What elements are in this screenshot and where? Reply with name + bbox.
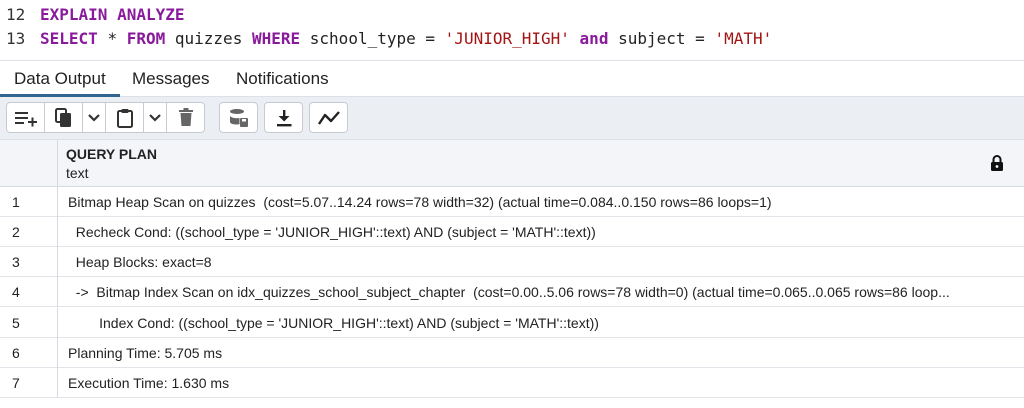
- row-number-header[interactable]: [0, 140, 58, 187]
- query-plan-cell[interactable]: Bitmap Heap Scan on quizzes (cost=5.07..…: [68, 187, 1010, 217]
- query-plan-cell[interactable]: Execution Time: 1.630 ms: [68, 368, 1010, 398]
- tab-data-output[interactable]: Data Output: [0, 61, 120, 97]
- copy-button[interactable]: [45, 103, 82, 132]
- table-row[interactable]: 4 -> Bitmap Index Scan on idx_quizzes_sc…: [0, 277, 1024, 307]
- query-plan-cell[interactable]: Recheck Cond: ((school_type = 'JUNIOR_HI…: [68, 217, 1010, 247]
- delete-icon: [178, 108, 193, 126]
- query-plan-cell[interactable]: Index Cond: ((school_type = 'JUNIOR_HIGH…: [68, 308, 1010, 338]
- code-line-12[interactable]: 12 EXPLAIN ANALYZE: [0, 3, 1024, 27]
- row-number[interactable]: 1: [0, 187, 58, 217]
- line-number: 13: [6, 29, 26, 48]
- code-line-13[interactable]: 13 SELECT * FROM quizzes WHERE school_typ…: [0, 27, 1024, 51]
- query-plan-cell[interactable]: Planning Time: 5.705 ms: [68, 338, 1010, 368]
- token-column-school-type: school_type: [309, 29, 416, 48]
- save-button-group: [219, 102, 258, 133]
- copy-options-dropdown[interactable]: [83, 103, 105, 132]
- grid-empty-area: [0, 398, 1024, 408]
- row-number[interactable]: 3: [0, 247, 58, 277]
- add-row-button[interactable]: [7, 103, 44, 132]
- keyword-where: WHERE: [251, 29, 301, 48]
- paste-options-dropdown[interactable]: [144, 103, 166, 132]
- edit-button-group: [6, 102, 205, 133]
- keyword-select: SELECT: [40, 29, 98, 48]
- download-button-group: [264, 102, 303, 133]
- row-number[interactable]: 7: [0, 368, 58, 398]
- token-string-junior-high: 'JUNIOR_HIGH': [444, 29, 570, 48]
- column-header-name[interactable]: QUERY PLAN: [66, 146, 157, 162]
- table-row[interactable]: 7 Execution Time: 1.630 ms: [0, 368, 1024, 398]
- row-number[interactable]: 5: [0, 308, 58, 338]
- token-star: *: [107, 29, 118, 48]
- chevron-down-icon: [149, 113, 161, 122]
- graph-icon: [317, 110, 340, 125]
- tab-messages[interactable]: Messages: [118, 61, 223, 97]
- grid-header: QUERY PLAN text: [0, 140, 1024, 187]
- paste-button[interactable]: [106, 103, 143, 132]
- save-data-icon: [229, 108, 248, 127]
- row-number[interactable]: 4: [0, 277, 58, 307]
- token-equals: =: [425, 29, 436, 48]
- token-column-subject: subject: [618, 29, 686, 48]
- paste-icon: [116, 108, 133, 128]
- table-row[interactable]: 1 Bitmap Heap Scan on quizzes (cost=5.07…: [0, 187, 1024, 217]
- graph-visualiser-button[interactable]: [310, 103, 347, 132]
- table-row[interactable]: 5 Index Cond: ((school_type = 'JUNIOR_HI…: [0, 308, 1024, 338]
- download-button[interactable]: [265, 103, 302, 132]
- query-plan-cell[interactable]: -> Bitmap Index Scan on idx_quizzes_scho…: [68, 277, 1010, 307]
- query-plan-cell[interactable]: Heap Blocks: exact=8: [68, 247, 1010, 277]
- download-icon: [276, 109, 291, 126]
- keyword-from: FROM: [126, 29, 166, 48]
- keyword-and: and: [579, 29, 609, 48]
- token-equals: =: [695, 29, 705, 48]
- keyword-explain: EXPLAIN: [40, 5, 108, 24]
- sql-editor[interactable]: 12 EXPLAIN ANALYZE 13 SELECT * FROM quizze…: [0, 0, 1024, 56]
- save-data-button[interactable]: [220, 103, 257, 132]
- copy-icon: [54, 107, 71, 127]
- graph-button-group: [309, 102, 348, 133]
- table-row[interactable]: 2 Recheck Cond: ((school_type = 'JUNIOR_…: [0, 217, 1024, 247]
- add-row-icon: [14, 111, 37, 126]
- line-number: 12: [6, 5, 26, 24]
- column-header-type: text: [66, 165, 89, 181]
- lock-icon: [991, 155, 1003, 171]
- row-number[interactable]: 6: [0, 338, 58, 368]
- token-string-math: 'MATH': [714, 29, 773, 48]
- table-row[interactable]: 3 Heap Blocks: exact=8: [0, 247, 1024, 277]
- chevron-down-icon: [88, 113, 100, 122]
- keyword-analyze: ANALYZE: [117, 5, 185, 24]
- output-tabs: Data Output Messages Notifications: [0, 60, 1024, 97]
- tab-notifications[interactable]: Notifications: [222, 61, 343, 97]
- query-plan-grid: QUERY PLAN text 1 Bitmap Heap Scan on qu…: [0, 140, 1024, 408]
- data-output-toolbar: [0, 97, 1024, 140]
- table-row[interactable]: 6 Planning Time: 5.705 ms: [0, 338, 1024, 368]
- delete-button[interactable]: [167, 103, 204, 132]
- row-number[interactable]: 2: [0, 217, 58, 247]
- token-table: quizzes: [174, 29, 243, 48]
